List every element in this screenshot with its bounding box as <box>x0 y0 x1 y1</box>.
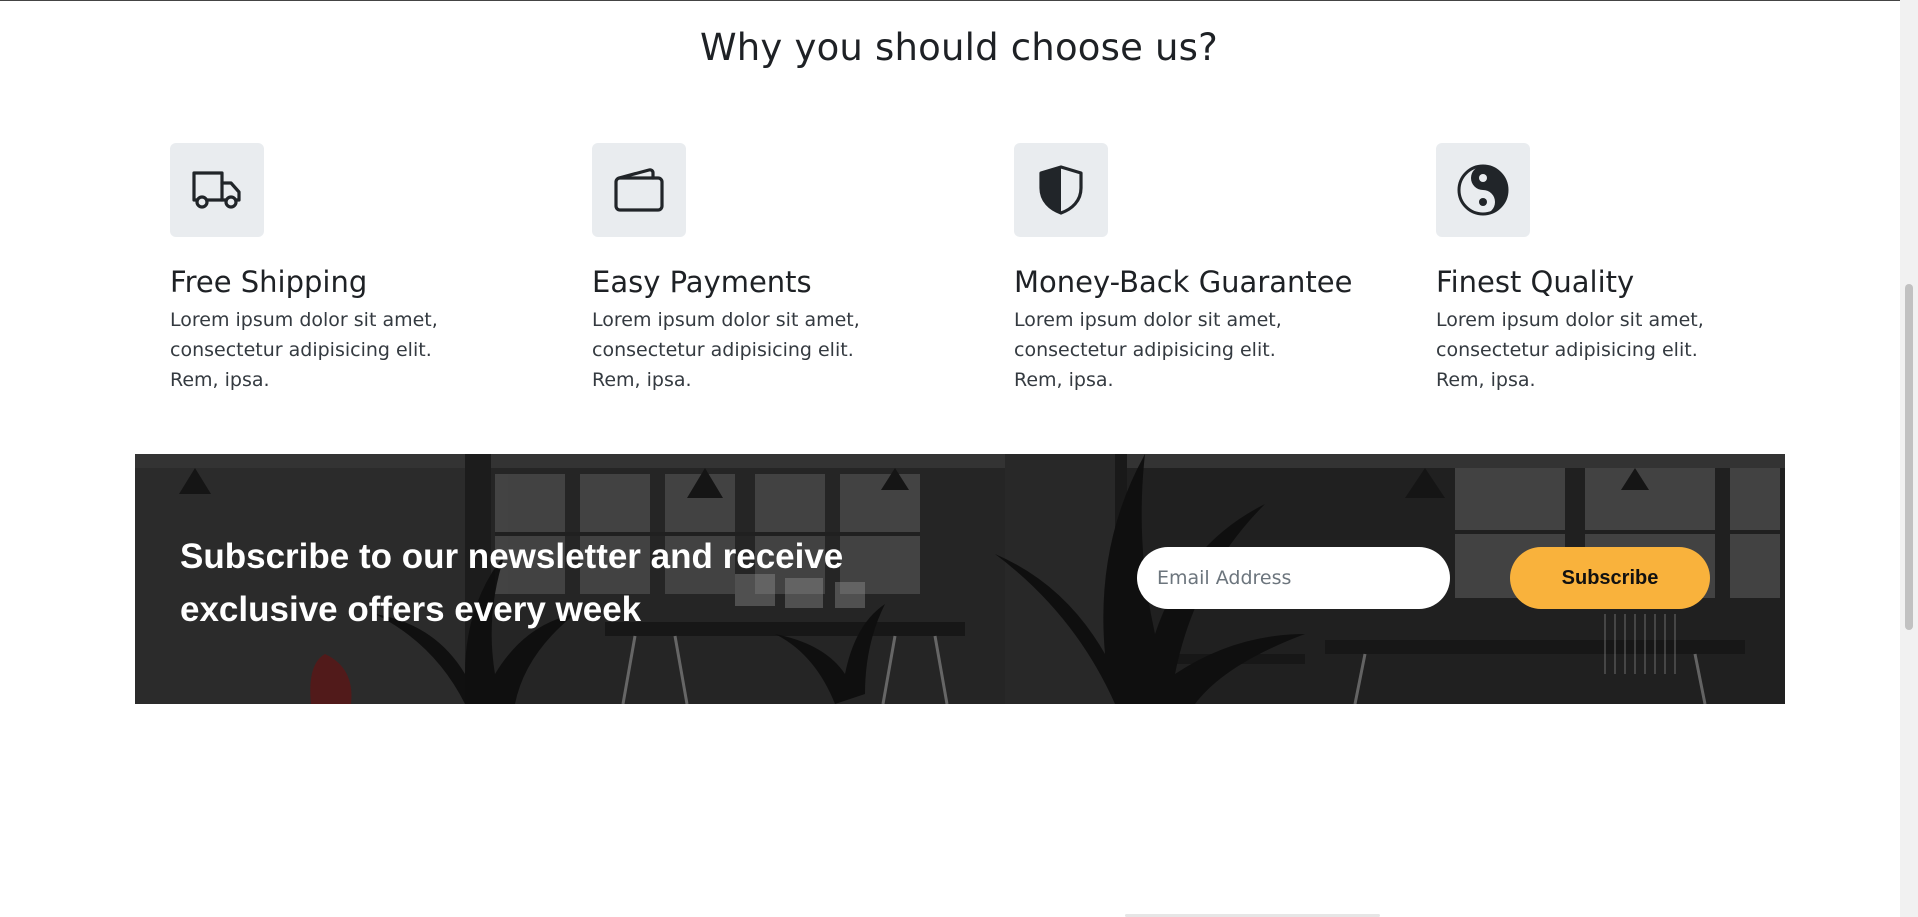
feature-title: Easy Payments <box>592 265 812 299</box>
subscribe-button[interactable]: Subscribe <box>1510 547 1710 609</box>
feature-title: Finest Quality <box>1436 265 1635 299</box>
section-title: Why you should choose us? <box>699 26 1218 69</box>
feature-icon-box <box>1436 143 1530 237</box>
feature-text: Lorem ipsum dolor sit amet, consectetur … <box>1436 309 1704 391</box>
wallet-icon <box>614 168 664 212</box>
feature-text: Lorem ipsum dolor sit amet, consectetur … <box>1014 309 1282 391</box>
feature-icon-box <box>1014 143 1108 237</box>
feature-title: Free Shipping <box>170 265 368 299</box>
email-input[interactable] <box>1137 547 1450 609</box>
vertical-scrollbar[interactable] <box>1900 0 1918 917</box>
feature-easy-payments: Easy Payments Lorem ipsum dolor sit amet… <box>592 143 912 395</box>
newsletter-heading: Subscribe to our newsletter and receive … <box>180 537 844 629</box>
features-row: Free Shipping Lorem ipsum dolor sit amet… <box>170 143 1860 403</box>
feature-icon-box <box>592 143 686 237</box>
truck-icon <box>192 171 241 209</box>
feature-title: Money-Back Guarantee <box>1014 265 1353 299</box>
feature-free-shipping: Free Shipping Lorem ipsum dolor sit amet… <box>170 143 490 395</box>
shield-half-icon <box>1039 165 1083 215</box>
page: Why you should choose us? Free Shipping … <box>0 0 1900 917</box>
feature-text: Lorem ipsum dolor sit amet, consectetur … <box>592 309 860 391</box>
feature-money-back: Money-Back Guarantee Lorem ipsum dolor s… <box>1014 143 1353 395</box>
feature-icon-box <box>170 143 264 237</box>
newsletter-banner: Subscribe to our newsletter and receive … <box>135 454 1785 704</box>
feature-text: Lorem ipsum dolor sit amet, consectetur … <box>170 309 438 391</box>
yin-yang-icon <box>1457 164 1509 216</box>
scrollbar-thumb[interactable] <box>1905 284 1913 630</box>
feature-finest-quality: Finest Quality Lorem ipsum dolor sit ame… <box>1436 143 1756 395</box>
